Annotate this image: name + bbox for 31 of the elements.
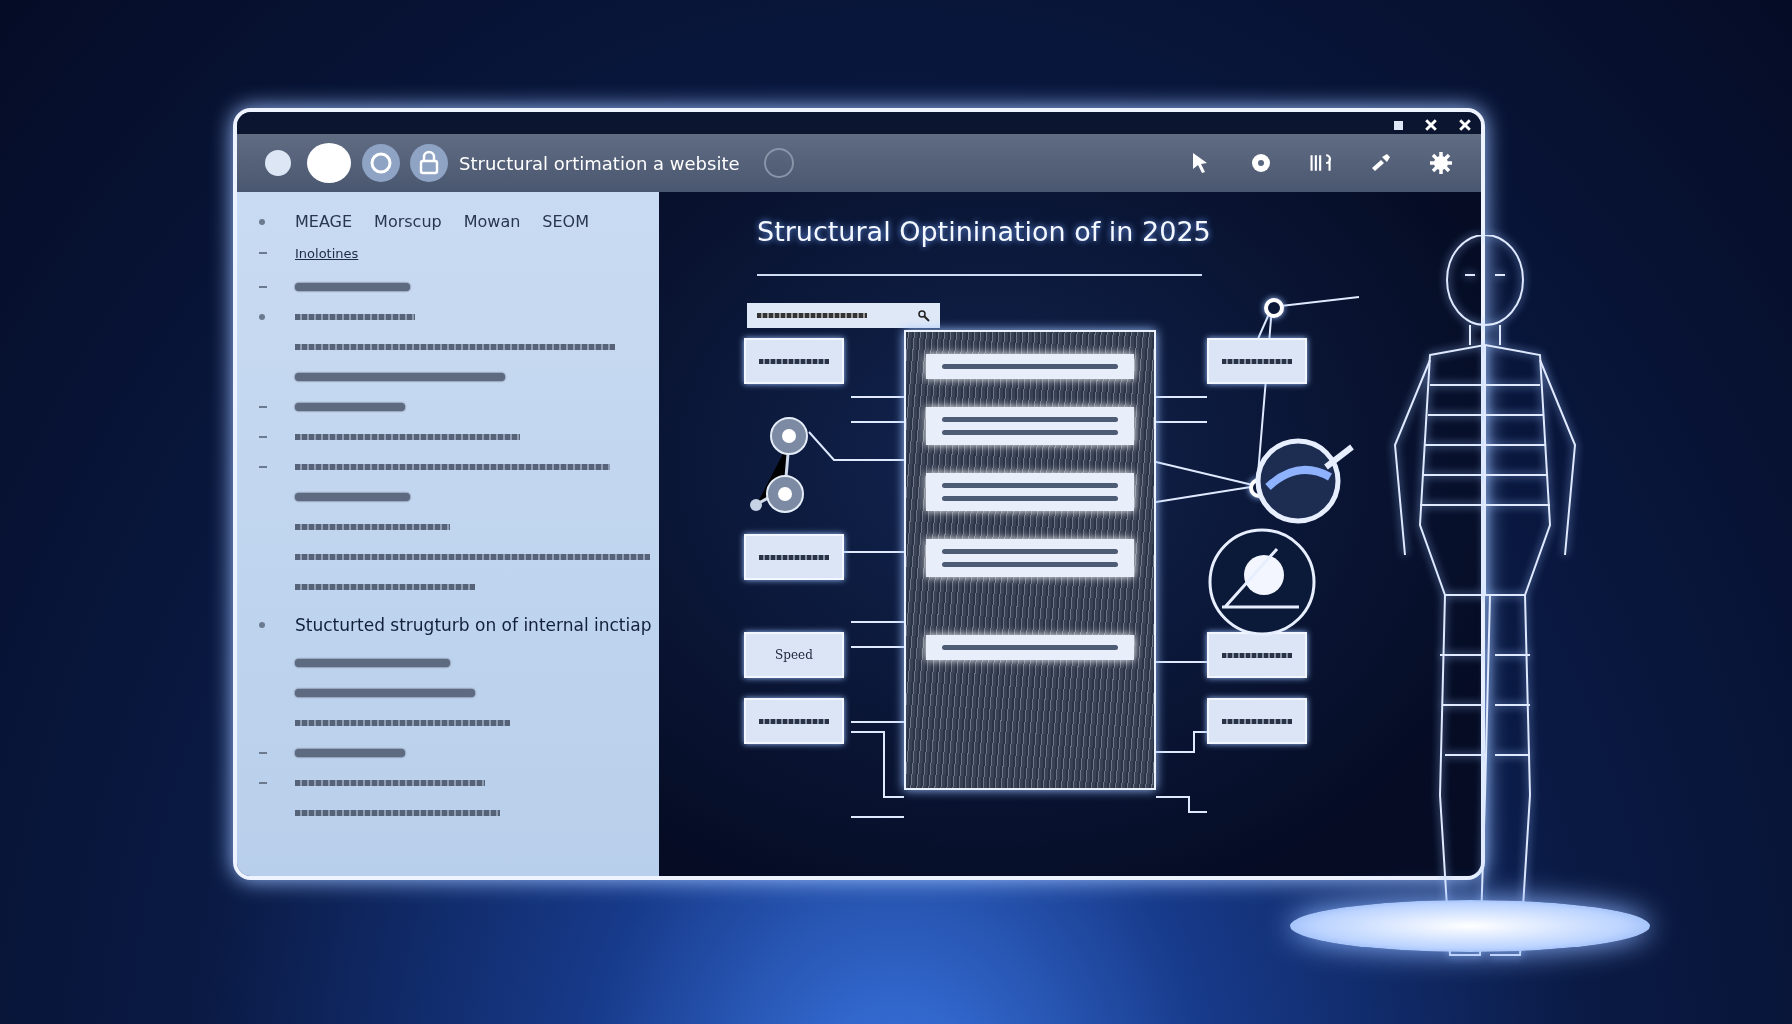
dash-icon — [259, 782, 267, 784]
text-link[interactable]: Inolotines — [295, 245, 359, 261]
maximize-icon[interactable] — [1394, 120, 1403, 130]
search-field[interactable] — [747, 303, 940, 328]
dash-icon — [259, 752, 267, 754]
page-heading: Structural Optinination of in 2025 — [757, 216, 1211, 247]
ring-button-icon[interactable] — [361, 143, 401, 183]
settings-icon[interactable] — [1429, 151, 1453, 175]
nav-link[interactable]: Mowan — [463, 212, 521, 231]
nav-link[interactable]: Morscup — [374, 212, 442, 231]
lock-icon[interactable] — [409, 143, 449, 183]
close-icon[interactable] — [1459, 119, 1471, 131]
section-heading: Stucturted strugturb on of internal inctiap — [295, 614, 652, 637]
dash-icon — [259, 286, 267, 288]
search-icon — [918, 309, 930, 322]
box-label: Speed — [775, 648, 813, 662]
close-icon[interactable] — [1425, 119, 1437, 131]
bullet-icon — [259, 314, 265, 320]
dash-icon — [259, 436, 267, 438]
dash-icon — [259, 406, 267, 408]
bullet-icon — [259, 622, 265, 628]
dash-icon — [259, 252, 267, 254]
nav-link[interactable]: SEOM — [542, 212, 589, 231]
dot-circle-icon[interactable] — [1249, 151, 1273, 175]
circle-button-icon[interactable] — [307, 143, 351, 183]
dash-icon — [259, 466, 267, 468]
node-dot — [1264, 298, 1284, 318]
window-title: Structural ortimation a website — [459, 152, 740, 174]
bullet-icon — [259, 218, 265, 225]
circle-button-icon[interactable] — [265, 150, 291, 176]
nav-link[interactable]: MEAGE — [295, 212, 353, 231]
